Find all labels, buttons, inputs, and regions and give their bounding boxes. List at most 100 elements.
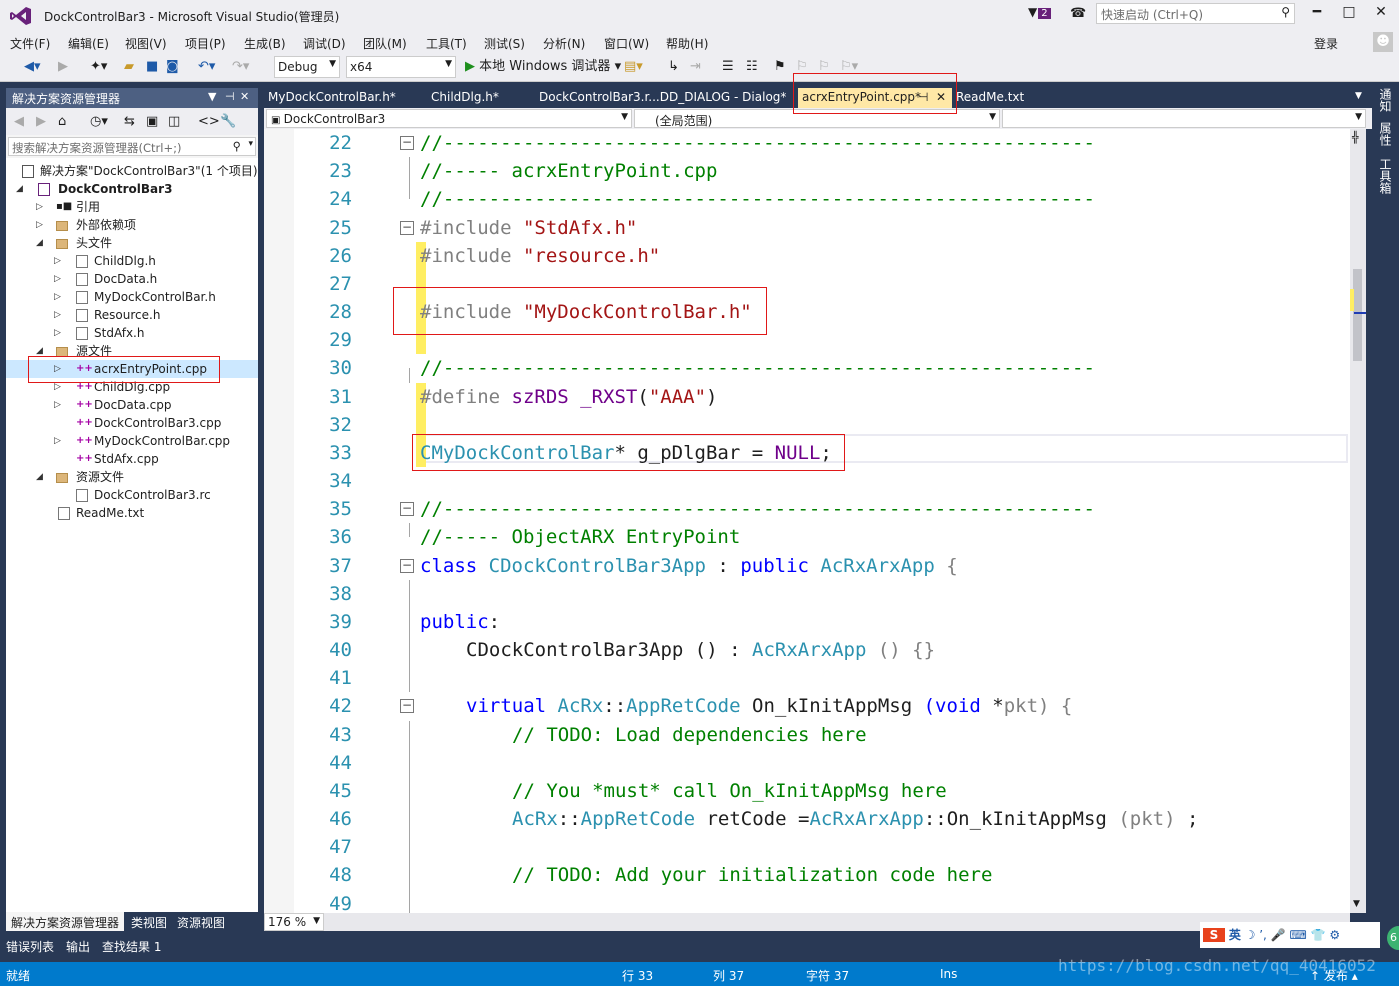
panel-menu-icon[interactable]: ▼	[208, 90, 216, 103]
tree-item-references[interactable]: ▷ ▪■ 引用	[6, 198, 258, 216]
maximize-button[interactable]: □	[1339, 4, 1359, 20]
menu-file[interactable]: 文件(F)	[10, 35, 50, 52]
pin-icon[interactable]: ⊣	[225, 90, 235, 103]
scroll-down-icon[interactable]: ▼	[1353, 899, 1360, 909]
menu-view[interactable]: 视图(V)	[125, 35, 167, 52]
collapse-icon[interactable]: −	[400, 220, 414, 235]
collapse-icon[interactable]: −	[400, 136, 414, 150]
properties-wrench-icon[interactable]: 🔧	[220, 114, 236, 129]
project-select[interactable]: ▣ DockControlBar3 ▼	[266, 109, 632, 128]
minimize-button[interactable]: ━	[1307, 4, 1327, 20]
menu-debug[interactable]: 调试(D)	[303, 35, 346, 52]
collapse-icon[interactable]: −	[400, 558, 414, 573]
vertical-scrollbar[interactable]: ╬ ▼	[1350, 129, 1366, 913]
tree-item-dockcontrolbar3-rc[interactable]: DockControlBar3.rc	[6, 486, 258, 504]
avatar-icon[interactable]: ☻	[1373, 32, 1393, 52]
code-editor[interactable]: 22−//-----------------------------------…	[264, 129, 1350, 913]
tab-readme-txt[interactable]: ReadMe.txt	[952, 88, 1028, 108]
tab-childdlg-h[interactable]: ChildDlg.h*	[427, 88, 503, 108]
save-all-icon[interactable]: ◙	[166, 59, 179, 75]
menu-build[interactable]: 生成(B)	[244, 35, 286, 52]
menu-analyze[interactable]: 分析(N)	[543, 35, 585, 52]
tree-item-childdlg-h[interactable]: ▷ ChildDlg.h	[6, 252, 258, 270]
tree-item-stdafx-h[interactable]: ▷ StdAfx.h	[6, 324, 258, 342]
step-icon[interactable]: ↳	[668, 59, 679, 75]
menu-window[interactable]: 窗口(W)	[604, 35, 649, 52]
platform-select[interactable]: x64 ▼	[346, 56, 456, 78]
ime-language[interactable]: 英	[1229, 928, 1241, 942]
menu-project[interactable]: 项目(P)	[185, 35, 226, 52]
tree-item-readme-txt[interactable]: ReadMe.txt	[6, 504, 258, 522]
redo-icon[interactable]: ↷▾	[232, 59, 249, 75]
menu-edit[interactable]: 编辑(E)	[68, 35, 109, 52]
zoom-select[interactable]: 176 % ▼	[264, 913, 324, 931]
menu-tools[interactable]: 工具(T)	[426, 35, 467, 52]
save-icon[interactable]: ■	[146, 59, 158, 75]
login-link[interactable]: 登录	[1314, 35, 1338, 52]
back-icon[interactable]: ◀▾	[24, 59, 41, 75]
home-icon[interactable]: ⌂	[58, 114, 66, 129]
show-all-files-icon[interactable]: ◫	[168, 114, 180, 129]
horizontal-scrollbar[interactable]	[324, 913, 1350, 931]
properties-tab[interactable]: 属性	[1377, 122, 1394, 146]
tree-item-header-files[interactable]: ◢ 头文件	[6, 234, 258, 252]
forward-icon[interactable]: ▶	[36, 114, 46, 129]
configuration-select[interactable]: Debug ▼	[274, 56, 340, 78]
comment-icon[interactable]: ☰	[722, 59, 734, 75]
close-button[interactable]: ✕	[1371, 4, 1391, 20]
split-icon[interactable]: ╬	[1352, 131, 1359, 144]
start-debugging-button[interactable]: ▶ 本地 Windows 调试器 ▾	[465, 59, 621, 75]
close-icon[interactable]: ✕	[240, 90, 249, 103]
toolbox-tab[interactable]: 工具箱	[1377, 158, 1394, 194]
tree-item-resource-files[interactable]: ◢ 资源文件	[6, 468, 258, 486]
menu-test[interactable]: 测试(S)	[484, 35, 525, 52]
forward-icon[interactable]: ▶	[58, 59, 68, 75]
tree-item-resource-h[interactable]: ▷ Resource.h	[6, 306, 258, 324]
collapse-icon[interactable]: ▣	[146, 114, 158, 129]
find-in-files-icon[interactable]: ▤▾	[624, 59, 643, 75]
uncomment-icon[interactable]: ☷	[746, 59, 758, 75]
back-icon[interactable]: ◀	[14, 114, 24, 129]
new-project-icon[interactable]: ✦▾	[90, 59, 107, 75]
bookmark-icon[interactable]: ⚑	[774, 59, 786, 75]
breakpoint-gutter[interactable]	[264, 129, 294, 913]
tab-mydockcontrolbar-h[interactable]: MyDockControlBar.h*	[264, 88, 400, 108]
tree-item-docdata-cpp[interactable]: ▷ ++ DocData.cpp	[6, 396, 258, 414]
history-icon[interactable]: ◷▾	[90, 114, 108, 129]
collapse-icon[interactable]: −	[400, 502, 414, 517]
tree-item-mydockcontrolbar-cpp[interactable]: ▷ ++ MyDockControlBar.cpp	[6, 432, 258, 450]
tree-item-dockcontrolbar3-cpp[interactable]: ++ DockControlBar3.cpp	[6, 414, 258, 432]
member-select[interactable]: ▼	[1002, 109, 1366, 128]
collapse-icon[interactable]: −	[400, 699, 414, 714]
tab-solution-explorer[interactable]: 解决方案资源管理器	[6, 912, 125, 931]
tree-item-docdata-h[interactable]: ▷ DocData.h	[6, 270, 258, 288]
tab-resource-view[interactable]: 资源视图	[172, 912, 230, 931]
tab-error-list[interactable]: 错误列表	[6, 938, 54, 955]
feedback-icon[interactable]: ☎	[1070, 6, 1086, 21]
undo-icon[interactable]: ↶▾	[198, 59, 215, 75]
menu-help[interactable]: 帮助(H)	[666, 35, 708, 52]
ime-tools-icons[interactable]: ☽ ’, 🎤 ⌨ 👕 ⚙	[1245, 928, 1340, 942]
notification-flag-icon[interactable]: ▼ 2	[1028, 5, 1051, 19]
tab-overflow-icon[interactable]: ▼	[1355, 91, 1362, 101]
open-file-icon[interactable]: ▰	[124, 59, 134, 75]
tree-item-label: MyDockControlBar.cpp	[94, 434, 231, 448]
tab-output[interactable]: 输出	[66, 938, 90, 955]
tab-find-results[interactable]: 查找结果 1	[102, 938, 161, 955]
ime-toolbar[interactable]: S 英 ☽ ’, 🎤 ⌨ 👕 ⚙	[1200, 922, 1380, 948]
menu-team[interactable]: 团队(M)	[363, 35, 407, 52]
quick-launch-input[interactable]: 快速启动 (Ctrl+Q) ⚲	[1096, 3, 1295, 24]
tree-item-stdafx-cpp[interactable]: ++ StdAfx.cpp	[6, 450, 258, 468]
step-over-icon[interactable]: ⇥	[690, 59, 701, 75]
tree-item-mydockcontrolbar-h[interactable]: ▷ MyDockControlBar.h	[6, 288, 258, 306]
view-code-icon[interactable]: <>	[198, 114, 220, 129]
tree-item-solution[interactable]: 解决方案"DockControlBar3"(1 个项目)	[6, 162, 258, 180]
tab-dockcontrolbar3-rc[interactable]: DockControlBar3.r...DD_DIALOG - Dialog*	[535, 88, 790, 108]
sync-icon[interactable]: ⇆	[124, 114, 135, 129]
tree-item-project[interactable]: ◢ DockControlBar3	[6, 180, 258, 198]
scrollbar-thumb[interactable]	[1353, 269, 1362, 361]
notifications-tab[interactable]: 通知	[1377, 88, 1394, 112]
tab-class-view[interactable]: 类视图	[126, 912, 172, 931]
tree-item-external-deps[interactable]: ▷ 外部依赖项	[6, 216, 258, 234]
solution-search-input[interactable]: 搜索解决方案资源管理器(Ctrl+;) ⚲ ▾	[8, 137, 256, 156]
